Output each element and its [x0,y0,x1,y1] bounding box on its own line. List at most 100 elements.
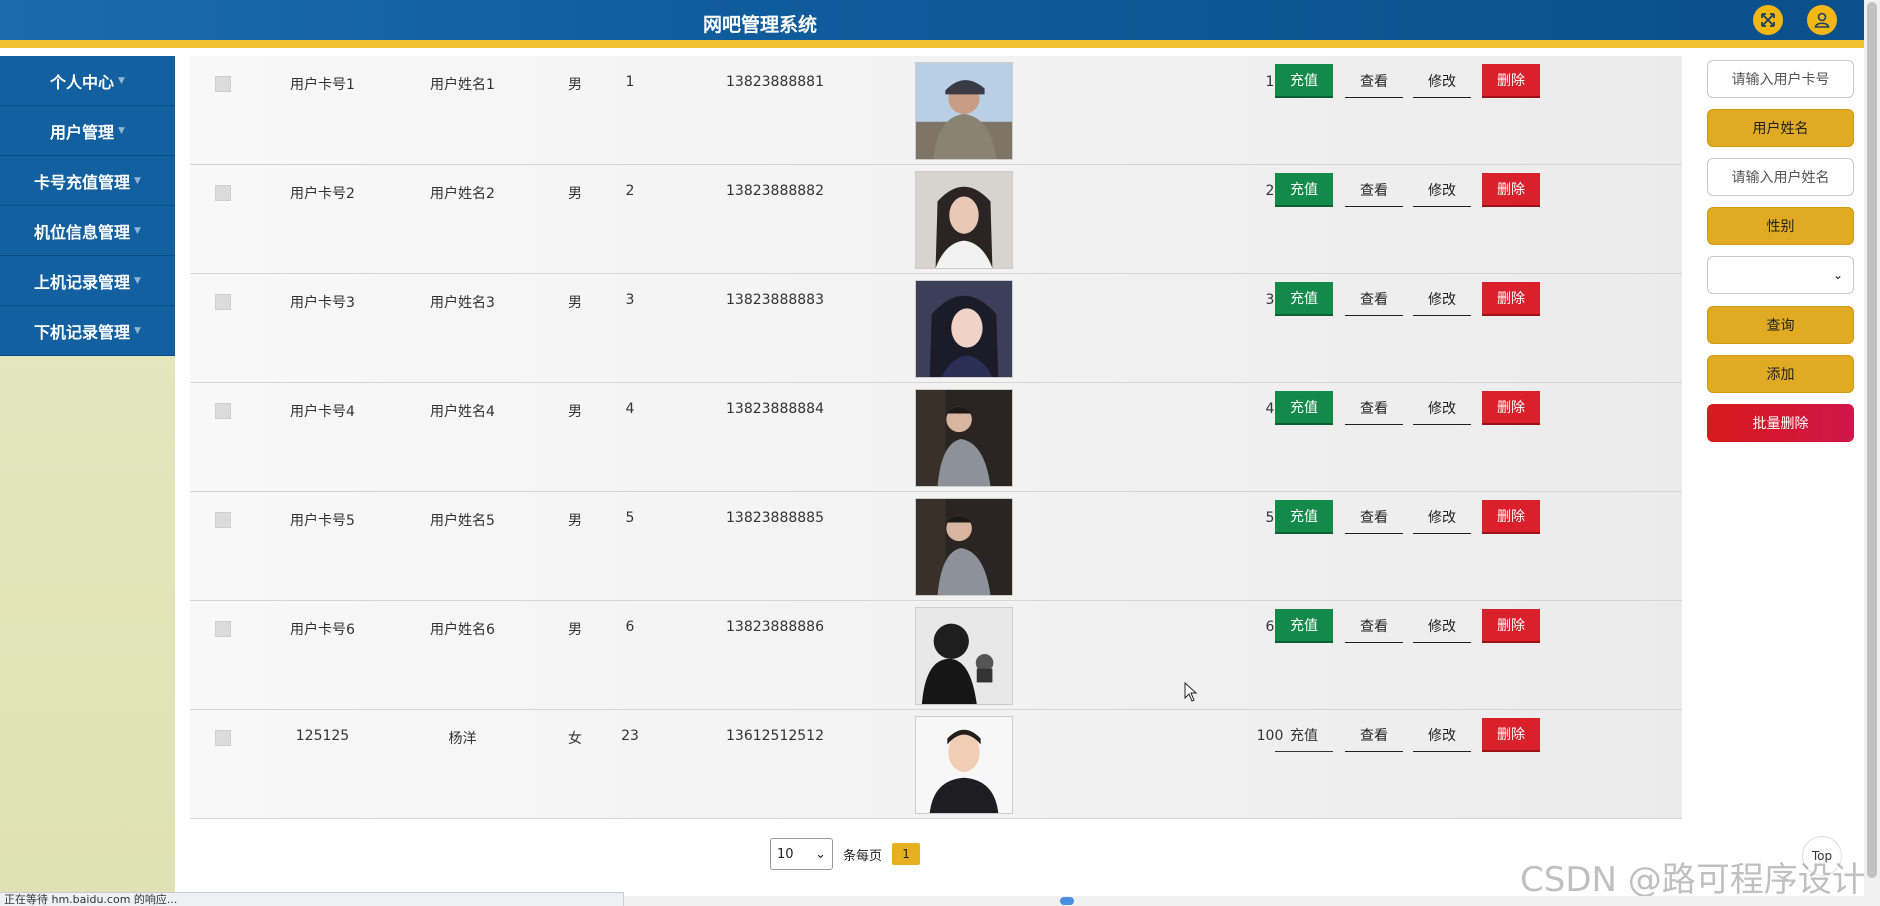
user-sex: 男 [568,513,582,529]
user-phone: 13823888884 [726,401,824,417]
user-photo[interactable] [915,389,1013,487]
row-checkbox[interactable] [215,294,231,310]
caret-down-icon: ▼ [134,225,141,236]
scrollbar-thumb[interactable] [1867,2,1877,878]
sidebar-item-seat-info[interactable]: 机位信息管理 ▼ [0,206,175,256]
user-photo[interactable] [915,607,1013,705]
edit-button[interactable]: 修改 [1413,718,1471,752]
page-number-button[interactable]: 1 [892,843,921,865]
query-button[interactable]: 查询 [1707,306,1854,344]
sidebar-item-label: 机位信息管理 [34,222,131,242]
user-photo[interactable] [915,716,1013,814]
scroll-indicator[interactable] [1060,897,1074,905]
card-search-input[interactable]: 请输入用户卡号 [1707,60,1854,98]
user-photo[interactable] [915,498,1013,596]
card-number: 用户卡号3 [290,295,355,311]
user-name: 用户姓名5 [430,513,495,529]
recharge-button[interactable]: 充值 [1275,500,1333,534]
user-sex: 男 [568,186,582,202]
delete-button[interactable]: 删除 [1482,282,1540,316]
delete-button[interactable]: 删除 [1482,718,1540,752]
user-phone: 13823888885 [726,510,824,526]
expand-icon[interactable] [1753,5,1783,35]
view-button[interactable]: 查看 [1345,282,1403,316]
add-button[interactable]: 添加 [1707,355,1854,393]
user-sex: 男 [568,404,582,420]
page-size-value: 10 [777,846,794,862]
sex-select[interactable]: ⌄ [1707,256,1854,294]
sidebar-item-label: 上机记录管理 [34,272,131,292]
name-search-input[interactable]: 请输入用户姓名 [1707,158,1854,196]
sidebar-item-label: 个人中心 [50,72,115,92]
recharge-button[interactable]: 充值 [1275,64,1333,98]
view-button[interactable]: 查看 [1345,718,1403,752]
user-sex: 男 [568,77,582,93]
delete-button[interactable]: 删除 [1482,609,1540,643]
edit-button[interactable]: 修改 [1413,609,1471,643]
sidebar: 个人中心 ▼ 用户管理 ▼ 卡号充值管理 ▼ 机位信息管理 ▼ 上机记录管理 ▼ 下机记录… [0,56,175,906]
top-header: 网吧管理系统 [0,0,1864,48]
sidebar-item-personal-center[interactable]: 个人中心 ▼ [0,56,175,106]
row-checkbox[interactable] [215,621,231,637]
delete-button[interactable]: 删除 [1482,500,1540,534]
user-age: 1 [625,74,635,90]
user-phone: 13612512512 [726,728,824,744]
edit-button[interactable]: 修改 [1413,500,1471,534]
card-number: 用户卡号2 [290,186,355,202]
view-button[interactable]: 查看 [1345,391,1403,425]
sidebar-item-user-management[interactable]: 用户管理 ▼ [0,106,175,156]
sidebar-item-label: 下机记录管理 [34,322,131,342]
user-age: 5 [625,510,635,526]
recharge-button[interactable]: 充值 [1275,718,1333,752]
sidebar-item-login-records[interactable]: 上机记录管理 ▼ [0,256,175,306]
user-age: 3 [625,292,635,308]
row-checkbox[interactable] [215,185,231,201]
card-number: 用户卡号6 [290,622,355,638]
card-number: 用户卡号5 [290,513,355,529]
table-row: 125125 杨洋 女 23 13612512512 100 充值 查看 修改 … [190,710,1682,819]
row-checkbox[interactable] [215,730,231,746]
user-age: 23 [621,728,639,744]
user-sex: 男 [568,295,582,311]
row-checkbox[interactable] [215,76,231,92]
vertical-scrollbar[interactable] [1864,0,1880,906]
delete-button[interactable]: 删除 [1482,391,1540,425]
caret-down-icon: ▼ [118,125,125,136]
user-photo[interactable] [915,171,1013,269]
pagination: 10 ⌄ 条每页 1 [770,838,921,870]
row-checkbox[interactable] [215,403,231,419]
edit-button[interactable]: 修改 [1413,173,1471,207]
edit-button[interactable]: 修改 [1413,282,1471,316]
user-sex: 男 [568,622,582,638]
user-photo[interactable] [915,62,1013,160]
view-button[interactable]: 查看 [1345,64,1403,98]
sidebar-item-logout-records[interactable]: 下机记录管理 ▼ [0,306,175,356]
view-button[interactable]: 查看 [1345,609,1403,643]
batch-delete-button[interactable]: 批量删除 [1707,404,1854,442]
edit-button[interactable]: 修改 [1413,64,1471,98]
user-photo[interactable] [915,280,1013,378]
sidebar-item-card-recharge[interactable]: 卡号充值管理 ▼ [0,156,175,206]
user-icon[interactable] [1807,5,1837,35]
name-label: 用户姓名 [1707,109,1854,147]
view-button[interactable]: 查看 [1345,500,1403,534]
recharge-button[interactable]: 充值 [1275,609,1333,643]
delete-button[interactable]: 删除 [1482,173,1540,207]
edit-button[interactable]: 修改 [1413,391,1471,425]
user-name: 用户姓名2 [430,186,495,202]
recharge-button[interactable]: 充值 [1275,391,1333,425]
row-checkbox[interactable] [215,512,231,528]
horizontal-scrollbar[interactable] [624,896,1864,906]
card-number: 用户卡号1 [290,77,355,93]
sidebar-item-label: 用户管理 [50,122,115,142]
table-row: 用户卡号3 用户姓名3 男 3 13823888883 3 充值 查看 修改 删… [190,274,1682,383]
page-size-select[interactable]: 10 ⌄ [770,838,833,870]
user-phone: 13823888881 [726,74,824,90]
recharge-button[interactable]: 充值 [1275,173,1333,207]
recharge-button[interactable]: 充值 [1275,282,1333,316]
delete-button[interactable]: 删除 [1482,64,1540,98]
view-button[interactable]: 查看 [1345,173,1403,207]
user-name: 用户姓名1 [430,77,495,93]
user-name: 用户姓名4 [430,404,495,420]
user-name: 杨洋 [448,731,477,747]
